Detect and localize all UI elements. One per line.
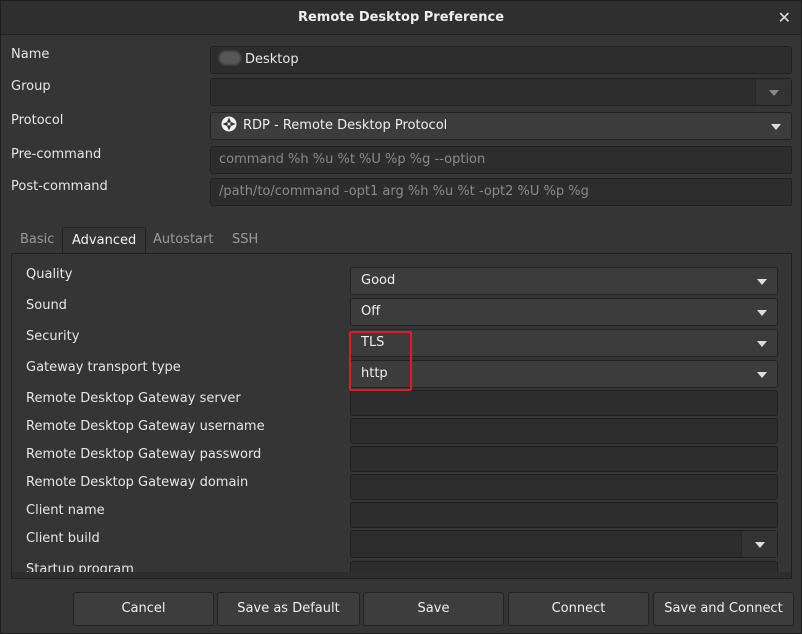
gw-domain-input[interactable] [350, 474, 778, 500]
group-label: Group [11, 79, 51, 94]
transport-select[interactable]: http [350, 360, 778, 388]
advanced-panel[interactable]: Quality Good Sound Off Security TLS Gate… [11, 253, 792, 579]
blurred-name-prefix [219, 51, 241, 65]
name-label: Name [11, 47, 50, 62]
close-icon[interactable]: ✕ [778, 8, 791, 27]
quality-label: Quality [26, 267, 73, 282]
tab-advanced[interactable]: Advanced [62, 227, 147, 254]
save-button[interactable]: Save [363, 592, 504, 626]
name-value: Desktop [245, 52, 299, 67]
remote-desktop-preference-dialog: Remote Desktop Preference ✕ Name Desktop… [0, 0, 802, 634]
chevron-down-icon [757, 310, 767, 316]
gw-password-input[interactable] [350, 446, 778, 472]
sound-select[interactable]: Off [350, 298, 778, 326]
chevron-down-icon [771, 124, 781, 130]
precommand-input[interactable]: command %h %u %t %U %p %g --option [210, 146, 792, 174]
client-build-combo-entry[interactable] [350, 530, 778, 558]
sound-value: Off [361, 304, 381, 319]
chevron-down-icon [755, 542, 765, 548]
precommand-label: Pre-command [11, 147, 102, 162]
gw-password-label: Remote Desktop Gateway password [26, 447, 262, 462]
quality-select[interactable]: Good [350, 267, 778, 295]
client-build-label: Client build [26, 531, 100, 546]
protocol-value: RDP - Remote Desktop Protocol [243, 118, 448, 133]
chevron-down-icon [757, 372, 767, 378]
chevron-down-icon [757, 279, 767, 285]
quality-value: Good [361, 273, 396, 288]
gw-server-label: Remote Desktop Gateway server [26, 391, 241, 406]
name-input[interactable]: Desktop [210, 46, 792, 74]
sound-label: Sound [26, 298, 67, 313]
chevron-down-icon [757, 341, 767, 347]
save-and-connect-button[interactable]: Save and Connect [653, 592, 794, 626]
chevron-down-icon [769, 90, 779, 96]
client-name-input[interactable] [350, 502, 778, 528]
gw-domain-label: Remote Desktop Gateway domain [26, 475, 249, 490]
security-select[interactable]: TLS [350, 329, 778, 357]
dialog-button-bar: Cancel Save as Default Save Connect Save… [1, 585, 801, 634]
group-combo-entry[interactable] [210, 78, 792, 106]
gw-server-input[interactable] [350, 390, 778, 416]
tab-ssh-tunnel[interactable]: SSH Tunnel [223, 227, 283, 272]
window-title: Remote Desktop Preference [297, 10, 505, 25]
group-dropdown-button[interactable] [755, 79, 791, 105]
postcommand-input[interactable]: /path/to/command -opt1 arg %h %u %t -opt… [210, 178, 792, 206]
protocol-select[interactable]: RDP - Remote Desktop Protocol [210, 112, 792, 140]
tab-autostart[interactable]: Autostart [144, 227, 222, 254]
annotation-highlight-box [349, 331, 412, 391]
rdp-protocol-icon [221, 116, 237, 132]
postcommand-label: Post-command [11, 179, 108, 194]
scroll-edge [12, 572, 791, 578]
protocol-label: Protocol [11, 113, 64, 128]
security-label: Security [26, 329, 80, 344]
cancel-button[interactable]: Cancel [73, 592, 214, 626]
connect-button[interactable]: Connect [508, 592, 649, 626]
tab-basic[interactable]: Basic [11, 227, 63, 254]
save-as-default-button[interactable]: Save as Default [217, 592, 360, 626]
transport-label: Gateway transport type [26, 360, 181, 375]
gw-username-label: Remote Desktop Gateway username [26, 419, 265, 434]
gw-username-input[interactable] [350, 418, 778, 444]
client-build-dropdown-button[interactable] [741, 531, 777, 557]
titlebar: Remote Desktop Preference ✕ [1, 1, 801, 35]
client-name-label: Client name [26, 503, 105, 518]
